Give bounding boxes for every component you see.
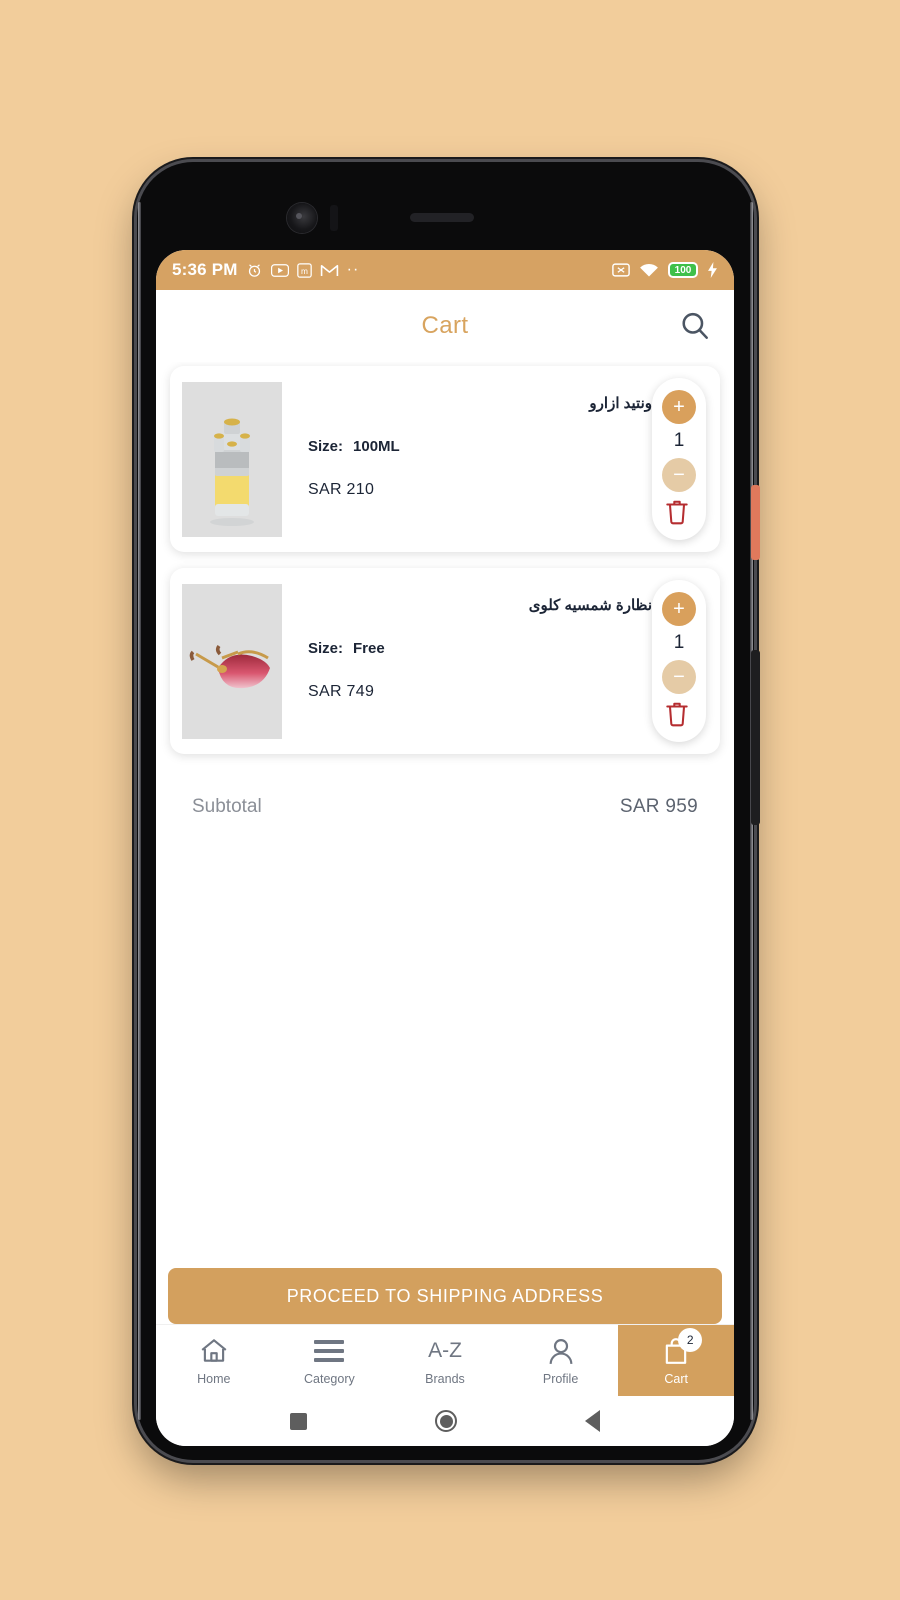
subtotal-label: Subtotal [192,796,262,817]
size-label: Size: [308,640,344,657]
nav-label-category: Category [304,1371,355,1386]
cart-item-row[interactable]: ونتيد ازارو Size: 100ML SAR 210 + 1 − [170,366,720,552]
cart-bag-icon: 2 [662,1327,703,1366]
bottom-navigation: Home Category A-Z Brands Profile 2 Cart [156,1324,734,1396]
product-price: SAR 210 [308,481,375,498]
subtotal-row: Subtotal SAR 959 [156,770,734,818]
charging-bolt-icon [707,262,718,278]
delete-item-icon[interactable] [664,700,694,730]
proceed-to-shipping-address-button[interactable]: PROCEED TO SHIPPING ADDRESS [168,1268,722,1324]
quantity-value: 1 [673,632,685,653]
home-icon [199,1336,229,1366]
quantity-stepper: + 1 − [652,580,706,742]
nav-item-cart[interactable]: 2 Cart [618,1325,734,1396]
proximity-sensor-icon [330,205,338,231]
product-details: ونتيد ازارو Size: 100ML SAR 210 [282,378,652,540]
product-size: Size: Free [308,640,652,657]
product-details: نظارة شمسيه كلوى Size: Free SAR 749 [282,580,652,742]
a-z-icon: A-Z [428,1336,462,1366]
product-size: Size: 100ML [308,438,652,455]
earpiece-speaker [410,213,474,222]
page-title: Cart [421,312,469,339]
nav-label-profile: Profile [542,1371,579,1386]
profile-icon [547,1336,575,1366]
product-thumbnail-perfume[interactable] [182,381,282,537]
category-icon [314,1336,345,1366]
front-camera-icon [287,203,317,233]
home-button[interactable] [435,1410,457,1432]
product-name: ونتيد ازارو [589,395,652,412]
status-time: 5:36 PM [172,260,238,279]
m-app-icon: m [296,262,312,278]
product-price: SAR 749 [308,683,375,700]
nav-label-cart: Cart [664,1371,688,1386]
nav-item-category[interactable]: Category [272,1325,388,1396]
app-header: Cart [156,290,734,362]
cta-container: PROCEED TO SHIPPING ADDRESS [156,1268,734,1324]
svg-text:m: m [301,265,308,275]
size-label: Size: [308,438,344,455]
quantity-stepper: + 1 − [652,378,706,540]
no-sim-icon [612,263,630,277]
youtube-icon [270,263,289,277]
power-button[interactable] [751,485,760,560]
android-system-navigation [156,1396,734,1446]
cart-badge: 2 [678,1327,703,1352]
nav-label-home: Home [197,1371,231,1386]
quantity-value: 1 [673,430,685,451]
size-value: Free [353,640,385,657]
gmail-icon [320,263,339,278]
a-z-text: A-Z [428,1338,462,1362]
increase-quantity-button[interactable]: + [662,390,696,424]
nav-item-home[interactable]: Home [156,1325,272,1396]
delete-item-icon[interactable] [664,498,694,528]
wifi-icon [639,263,659,278]
nav-label-brands: Brands [425,1371,465,1386]
nav-item-profile[interactable]: Profile [503,1325,619,1396]
cart-item-row[interactable]: نظارة شمسيه كلوى Size: Free SAR 749 + 1 − [170,568,720,754]
cart-items-list: ونتيد ازارو Size: 100ML SAR 210 + 1 − نظ… [156,362,734,754]
product-thumbnail-sunglasses[interactable] [182,583,282,739]
recent-apps-button[interactable] [290,1412,307,1430]
size-value: 100ML [353,438,400,455]
increase-quantity-button[interactable]: + [662,592,696,626]
battery-icon: 100 [668,262,698,278]
volume-button[interactable] [751,650,760,825]
status-bar: 5:36 PM m ·· 100 [156,250,734,290]
decrease-quantity-button[interactable]: − [662,660,696,694]
phone-screen: 5:36 PM m ·· 100 Cart ونتيد ازارو Size: … [156,250,734,1446]
decrease-quantity-button[interactable]: − [662,458,696,492]
search-icon[interactable] [678,309,712,343]
more-dots-icon: ·· [346,261,360,278]
product-name: نظارة شمسيه كلوى [528,597,652,614]
back-button[interactable] [585,1410,600,1432]
alarm-icon [246,262,263,279]
subtotal-value: SAR 959 [619,796,698,817]
nav-item-brands[interactable]: A-Z Brands [387,1325,503,1396]
